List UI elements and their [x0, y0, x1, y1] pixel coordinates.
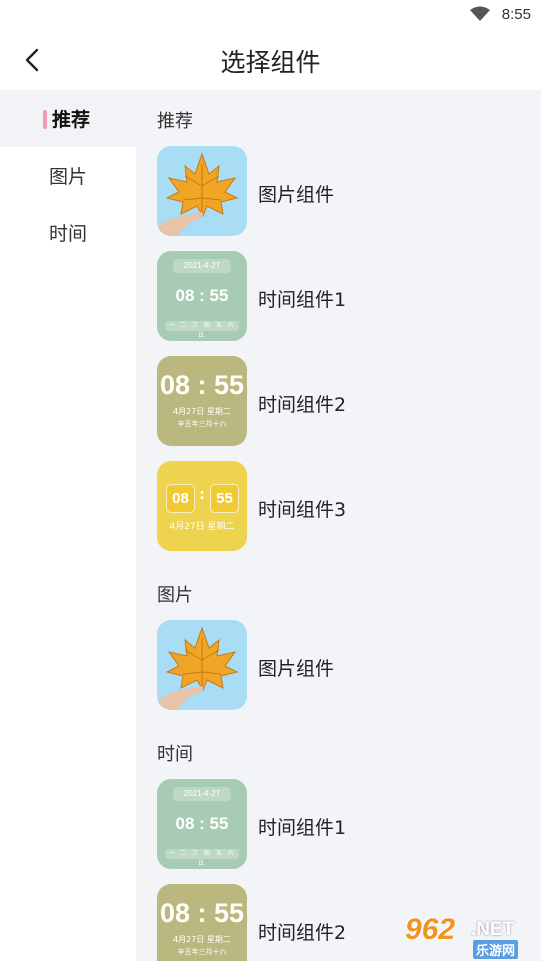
active-indicator — [43, 110, 47, 129]
sidebar-item-picture[interactable]: 图片 — [0, 147, 136, 204]
preview-date: 4月27日 星期二 — [169, 522, 235, 532]
watermark-logo: 962 .NET 乐游网 — [399, 913, 539, 959]
preview-date: 2021-4-27 — [173, 259, 231, 273]
preview-lunar-date: 辛丑年三月十六 — [177, 948, 227, 956]
preview-week: 一 二 三 四 五 六 日 — [165, 849, 239, 867]
maple-leaf-image — [157, 152, 239, 236]
section-title-recommend: 推荐 — [157, 111, 193, 132]
maple-leaf-image — [157, 626, 239, 710]
widget-preview-time3[interactable]: 08 : 55 4月27日 星期二 — [157, 461, 247, 551]
widget-preview-time2[interactable]: 08 : 55 4月27日 星期二 辛丑年三月十六 — [157, 356, 247, 446]
page-title: 选择组件 — [220, 48, 321, 77]
widget-preview-time1[interactable]: 2021-4-27 08 : 55 一 二 三 四 五 六 日 — [157, 779, 247, 869]
watermark-number: 962 — [405, 913, 456, 946]
section-title-picture: 图片 — [157, 585, 193, 606]
header: 选择组件 — [0, 30, 541, 90]
widget-label: 时间组件2 — [258, 394, 347, 416]
preview-date: 2021-4-27 — [173, 787, 231, 801]
status-bar: 8:55 — [0, 0, 541, 30]
sidebar-item-label: 时间 — [48, 223, 87, 245]
watermark-sub: 乐游网 — [473, 940, 519, 959]
widget-label: 时间组件2 — [258, 922, 347, 944]
preview-week: 一 二 三 四 五 六 日 — [165, 321, 239, 339]
widget-label: 时间组件3 — [258, 499, 347, 521]
status-time: 8:55 — [501, 6, 531, 23]
preview-lunar-date: 辛丑年三月十六 — [177, 420, 227, 428]
widget-list[interactable]: 推荐 图片组件 2021-4-27 08 : 55 一 二 三 四 五 六 日 … — [136, 90, 541, 961]
wifi-icon — [470, 6, 490, 21]
widget-preview-photo[interactable] — [157, 146, 247, 236]
preview-clock: 08 : 55 — [159, 898, 245, 928]
widget-label: 图片组件 — [258, 658, 335, 680]
sidebar-item-recommend[interactable]: 推荐 — [0, 90, 136, 147]
section-title-time: 时间 — [157, 744, 193, 765]
preview-minute: 55 — [210, 484, 239, 513]
sidebar-item-label: 图片 — [48, 166, 87, 188]
preview-clock: 08 : 55 — [175, 286, 229, 305]
sidebar-item-label: 推荐 — [51, 109, 90, 131]
widget-preview-time2[interactable]: 08 : 55 4月27日 星期二 辛丑年三月十六 — [157, 884, 247, 961]
watermark-net: .NET — [471, 919, 515, 940]
widget-label: 图片组件 — [258, 184, 335, 206]
sidebar-item-time[interactable]: 时间 — [0, 204, 136, 261]
preview-clock: 08 : 55 — [175, 814, 229, 833]
widget-preview-photo[interactable] — [157, 620, 247, 710]
preview-clock: 08 : 55 — [159, 370, 245, 400]
widget-label: 时间组件1 — [258, 289, 347, 311]
widget-label: 时间组件1 — [258, 817, 347, 839]
widget-preview-time1[interactable]: 2021-4-27 08 : 55 一 二 三 四 五 六 日 — [157, 251, 247, 341]
preview-date: 4月27日 星期二 — [173, 935, 231, 944]
preview-date: 4月27日 星期二 — [173, 407, 231, 416]
sidebar: 推荐 图片 时间 — [0, 90, 136, 961]
